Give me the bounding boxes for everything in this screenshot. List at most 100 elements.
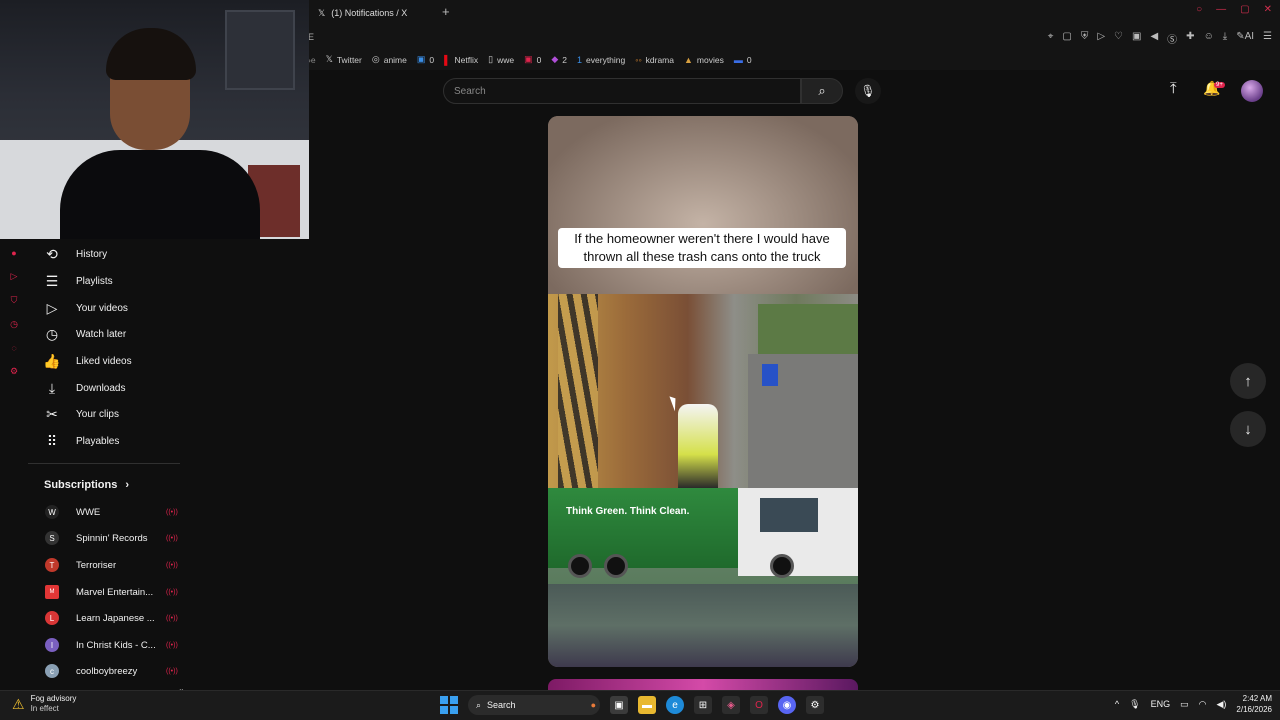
search-button[interactable]: ⌕ [801,78,843,104]
youtube-sidebar: ⟲ History ☰ Playlists ▷ Your videos ◷ Watch … [28,240,188,693]
subscription-item[interactable]: I In Christ Kids - C... ((•)) [28,632,178,658]
channel-avatar: L [45,611,59,625]
browser-side-panel: ● ▷ ⛉ ◷ ◌ ⚙ [0,240,28,690]
bookmark-item[interactable]: ▬ 0 [734,55,752,65]
bookmark-item[interactable]: ◦◦ kdrama [635,55,674,65]
minimize-icon[interactable]: — [1216,4,1226,15]
s-extension-icon[interactable]: Ⓢ [1167,31,1177,46]
sidebar-item-downloads[interactable]: ⤓ Downloads [28,375,178,401]
next-short-button[interactable]: ↓ [1230,411,1266,447]
settings-icon[interactable]: ⚙ [806,696,824,714]
live-indicator-icon: ((•)) [166,561,178,569]
volume-icon[interactable]: ◀ [1150,31,1158,46]
edge-icon[interactable]: e [666,696,684,714]
history-icon[interactable]: ◷ [10,319,18,330]
close-icon[interactable]: ✕ [1264,4,1272,15]
avatar[interactable] [1241,80,1263,102]
webcam-overlay [0,0,309,239]
subscription-item[interactable]: T Terroriser ((•)) [28,552,178,578]
video-blur-top [548,116,858,296]
profile-icon[interactable]: ☺ [1204,31,1214,46]
search-input[interactable] [443,78,801,104]
weather-widget[interactable]: ⚠ Fog advisory In effect [12,694,76,714]
chat-icon[interactable]: ◌ [11,343,16,353]
scissors-icon: ✂ [46,405,58,422]
short-video-player[interactable]: If the homeowner weren't there I would h… [548,116,858,667]
history-icon: ⟲ [46,245,58,262]
bookmark-icon[interactable]: ⛉ [11,295,18,306]
sidebar-item-liked-videos[interactable]: 👍 Liked videos [28,348,178,374]
download-icon[interactable]: ⤓ [1223,31,1227,46]
screenshot-icon[interactable]: ▢ [1062,31,1071,46]
wifi-icon[interactable]: ◠ [1199,699,1207,710]
like-icon: 👍 [43,352,61,369]
ai-icon[interactable]: ✎AI [1236,31,1254,46]
clock[interactable]: 2:42 AM 2/16/2026 [1236,693,1272,715]
task-view-icon[interactable]: ▣ [610,696,628,714]
discord-icon[interactable]: ◉ [778,696,796,714]
bookmark-item[interactable]: ◎ anime [372,54,407,65]
extension-icon[interactable]: ▣ [1132,31,1141,46]
sidebar-item-history[interactable]: ⟲ History [28,241,178,267]
shield-icon[interactable]: ⛨ [1081,31,1089,46]
sidebar-item-playables[interactable]: ⠿ Playables [28,428,178,454]
subscription-item[interactable]: c coolboybreezy ((•)) [28,658,178,684]
subscriptions-header[interactable]: Subscriptions › [44,479,129,491]
sidebar-item-playlists[interactable]: ☰ Playlists [28,268,178,294]
sidebar-item-your-clips[interactable]: ✂ Your clips [28,401,178,427]
bookmark-label: 0 [429,54,435,65]
playlists-icon: ☰ [45,272,59,289]
bookmark-item[interactable]: 1 everything [577,55,625,65]
channel-name: Learn Japanese ... [76,612,155,624]
play-icon[interactable]: ▷ [1097,31,1105,46]
sidebar-item-your-videos[interactable]: ▷ Your videos [28,295,178,321]
heart-icon[interactable]: ♡ [1114,31,1123,46]
windows-start-icon[interactable] [440,696,458,714]
truck-window [760,498,818,532]
taskbar-search[interactable]: ⌕ Search ● [468,695,600,715]
pin-icon[interactable]: ⌖ [1048,31,1054,46]
voice-search-button[interactable]: 🎙 [855,78,881,104]
bookmark-item[interactable]: ▲ movies [684,55,724,65]
new-tab-icon[interactable]: + [442,4,450,19]
file-explorer-icon[interactable]: ▬ [638,696,656,714]
search-icon[interactable]: ○ [1196,4,1202,15]
live-indicator-icon: ((•)) [166,667,178,675]
sidebar-item-label: Playlists [76,275,113,287]
subscription-item[interactable]: W WWE ((•)) [28,499,178,525]
subscription-item[interactable]: S Spinnin' Records ((•)) [28,525,178,551]
volume-icon[interactable]: ◀) [1216,699,1226,710]
chevron-up-icon[interactable]: ^ [1115,699,1119,709]
bookmark-item[interactable]: 𝕏 Twitter [326,54,362,65]
arrow-up-icon: ↑ [1244,372,1252,390]
menu-icon[interactable]: ☰ [1263,31,1272,46]
bookmark-item[interactable]: ▌ Netflix [444,55,478,65]
bookmark-item[interactable]: ▣ 0 [417,54,434,65]
truck-wheel [604,554,628,578]
puzzle-icon[interactable]: ✚ [1186,31,1194,46]
subscription-item[interactable]: L Learn Japanese ... ((•)) [28,605,178,631]
browser-tab[interactable]: 𝕏 (1) Notifications / X [312,2,437,24]
webcam-window [225,10,295,90]
sidebar-item-watch-later[interactable]: ◷ Watch later [28,321,178,347]
upload-icon[interactable]: ⤒ [1170,80,1177,97]
bookmark-overflow-icon[interactable]: ›e [308,55,316,65]
app-icon: ▬ [733,54,743,65]
copilot-icon[interactable]: ◈ [722,696,740,714]
bookmark-item[interactable]: ◆ 2 [551,54,567,65]
app-icon: ▣ [524,54,533,64]
maximize-icon[interactable]: ▢ [1240,4,1249,15]
bookmark-label: 0 [536,54,542,65]
display-icon[interactable]: ▭ [1180,699,1189,710]
previous-short-button[interactable]: ↑ [1230,363,1266,399]
microphone-icon[interactable]: 🎙 [1129,699,1140,710]
bookmark-item[interactable]: ▯ wwe [488,54,514,65]
language-indicator[interactable]: ENG [1151,699,1171,709]
settings-icon[interactable]: ⚙ [10,366,18,377]
opera-gx-icon[interactable]: O [750,696,768,714]
youtube-icon[interactable]: ● [11,248,16,258]
bookmark-item[interactable]: ▣ 0 [524,54,541,65]
subscription-item[interactable]: M Marvel Entertain... ((•)) [28,579,178,605]
store-icon[interactable]: ⊞ [694,696,712,714]
play-icon[interactable]: ▷ [11,271,18,282]
